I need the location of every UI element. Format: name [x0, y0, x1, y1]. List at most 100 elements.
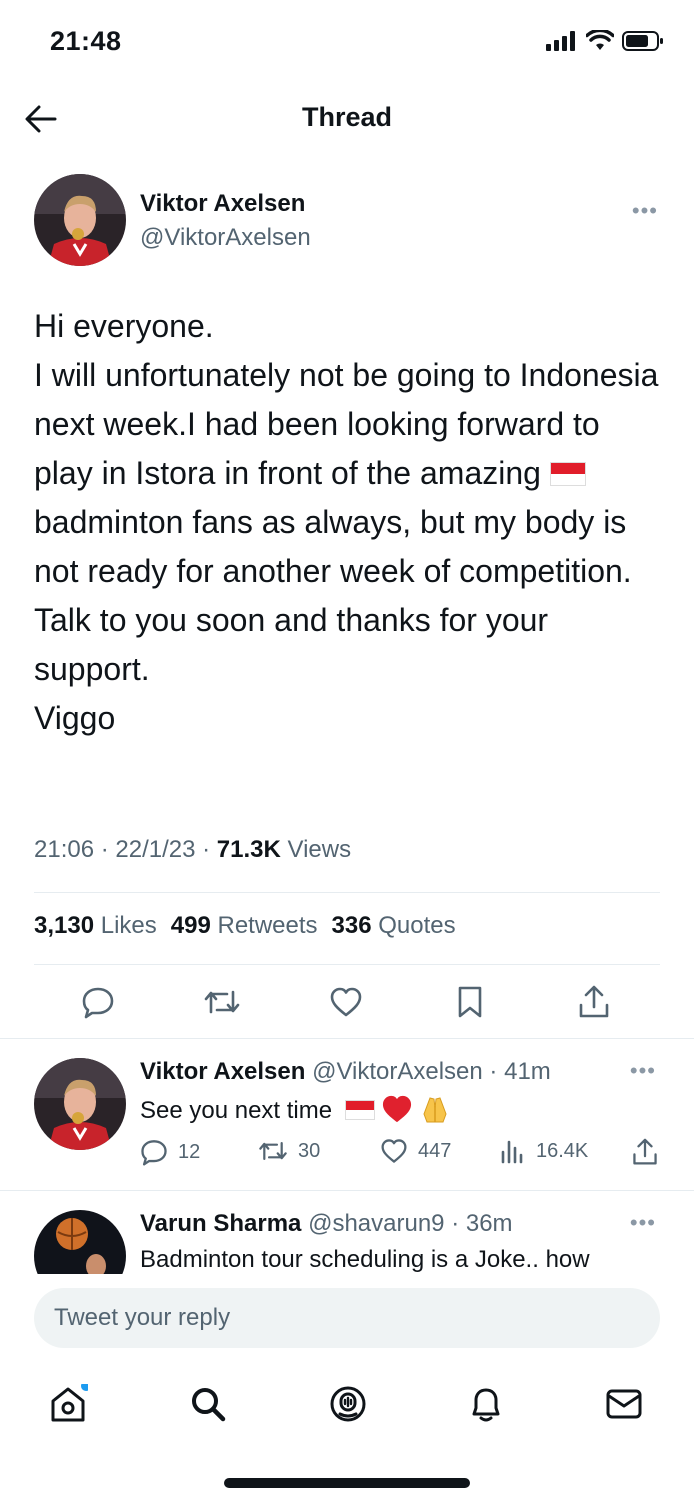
tab-home[interactable]: [44, 1380, 92, 1428]
author-row: Viktor Axelsen @ViktorAxelsen: [34, 174, 660, 266]
bookmark-icon: [458, 986, 482, 1018]
tweet-meta: 21:06 · 22/1/23 · 71.3K Views: [34, 836, 352, 863]
retweet-count-button[interactable]: 30: [258, 1138, 320, 1164]
tweet-text-line: Viggo: [34, 700, 116, 736]
separator-dot: ·: [444, 1210, 466, 1237]
wifi-icon: [586, 30, 614, 50]
tweet-text-line: badminton fans as always, but my body is…: [34, 504, 640, 687]
reply-author-handle[interactable]: @shavarun9: [308, 1210, 444, 1237]
more-options-button[interactable]: •••: [630, 1210, 656, 1236]
likes-label: Likes: [100, 912, 157, 939]
author-handle[interactable]: @ViktorAxelsen: [140, 224, 311, 252]
quotes-stat[interactable]: 336 Quotes: [332, 912, 456, 940]
reply-header: Varun Sharma @shavarun9 · 36m: [140, 1210, 513, 1238]
retweet-button[interactable]: [202, 982, 242, 1022]
retweet-icon: [204, 990, 240, 1014]
divider: [0, 1190, 694, 1191]
likes-stat[interactable]: 3,130 Likes: [34, 912, 157, 940]
battery-icon: [622, 31, 663, 51]
indonesia-flag-emoji: [549, 462, 586, 486]
reply-input[interactable]: Tweet your reply: [34, 1288, 660, 1348]
tweet-time: 21:06: [34, 836, 95, 863]
divider: [34, 964, 660, 965]
retweets-stat[interactable]: 499 Retweets: [171, 912, 318, 940]
more-options-button[interactable]: •••: [632, 198, 658, 224]
reply-tweet[interactable]: Viktor Axelsen @ViktorAxelsen · 41m ••• …: [34, 1058, 660, 1168]
more-options-button[interactable]: •••: [630, 1058, 656, 1084]
views-icon: [501, 1140, 523, 1164]
more-icon: •••: [629, 1210, 656, 1235]
tab-notifications[interactable]: [462, 1380, 510, 1428]
reply-age: 41m: [504, 1058, 551, 1085]
reply-icon: [82, 987, 114, 1019]
tab-search[interactable]: [184, 1380, 232, 1428]
divider: [34, 892, 660, 893]
reply-button[interactable]: [78, 982, 118, 1022]
share-icon: [579, 985, 609, 1018]
status-icons: [546, 30, 664, 52]
view-count: 16.4K: [536, 1139, 589, 1162]
tab-spaces[interactable]: [324, 1380, 372, 1428]
status-time: 21:48: [50, 26, 122, 56]
reply-header: Viktor Axelsen @ViktorAxelsen · 41m: [140, 1058, 551, 1086]
retweet-count: 30: [298, 1139, 321, 1162]
reply-text: See you next time: [140, 1094, 450, 1125]
indonesia-flag-emoji: [344, 1100, 375, 1120]
reply-author-name[interactable]: Viktor Axelsen: [140, 1058, 305, 1085]
spaces-icon: [330, 1386, 366, 1422]
reply-author-handle[interactable]: @ViktorAxelsen: [312, 1058, 483, 1085]
avatar[interactable]: [34, 1058, 126, 1150]
tweet-date: 22/1/23: [115, 836, 196, 863]
tab-bar: [0, 1370, 694, 1434]
reply-text: Badminton tour scheduling is a Joke.. ho…: [140, 1246, 590, 1273]
tweet-stats: 3,130 Likes 499 Retweets 336 Quotes: [34, 912, 456, 940]
reply-count: 12: [178, 1140, 201, 1163]
likes-count: 3,130: [34, 912, 95, 939]
tweet-text: Hi everyone. I will unfortunately not be…: [34, 302, 660, 743]
quotes-count: 336: [331, 912, 372, 939]
notifications-icon: [472, 1388, 500, 1422]
status-bar: 21:48: [0, 0, 694, 84]
retweet-icon: [259, 1142, 287, 1161]
like-count-button[interactable]: 447: [380, 1138, 451, 1164]
author-info: Viktor Axelsen @ViktorAxelsen: [140, 190, 311, 252]
views-count-button[interactable]: 16.4K: [500, 1138, 588, 1164]
bookmark-button[interactable]: [450, 982, 490, 1022]
avatar[interactable]: [34, 1210, 126, 1274]
header: Thread: [0, 84, 694, 152]
tweet-text-line: Hi everyone.: [34, 308, 214, 344]
red-heart-emoji: [383, 1095, 412, 1123]
home-indicator: [224, 1478, 470, 1488]
like-icon: [330, 987, 362, 1017]
views-count: 71.3K: [216, 836, 281, 863]
search-icon: [192, 1388, 226, 1422]
like-button[interactable]: [326, 982, 366, 1022]
retweets-label: Retweets: [217, 912, 318, 939]
reply-icon: [141, 1140, 167, 1166]
reply-tweet[interactable]: Varun Sharma @shavarun9 · 36m ••• Badmin…: [34, 1210, 660, 1274]
retweets-count: 499: [170, 912, 211, 939]
like-icon: [381, 1139, 407, 1163]
separator-dot: ·: [482, 1058, 505, 1085]
reply-count-button[interactable]: 12: [140, 1138, 200, 1166]
home-icon: [51, 1384, 88, 1422]
author-name[interactable]: Viktor Axelsen: [140, 190, 311, 218]
quotes-label: Quotes: [378, 912, 456, 939]
share-button[interactable]: [632, 1138, 658, 1166]
folded-hands-emoji: [423, 1097, 447, 1123]
tweet-actions: [34, 982, 660, 1026]
reply-author-name[interactable]: Varun Sharma: [140, 1210, 301, 1237]
page-title: Thread: [301, 102, 393, 132]
divider: [0, 1038, 694, 1039]
reply-text-body: See you next time: [140, 1097, 333, 1124]
tab-messages[interactable]: [600, 1380, 648, 1428]
more-icon: •••: [631, 198, 658, 223]
messages-icon: [606, 1389, 642, 1419]
more-icon: •••: [629, 1058, 656, 1083]
reply-stats: 12 30 447 16.4K: [140, 1138, 660, 1168]
share-icon: [633, 1138, 657, 1165]
signal-icon: [546, 31, 575, 51]
share-button[interactable]: [574, 982, 614, 1022]
avatar[interactable]: [34, 174, 126, 266]
main-tweet: Viktor Axelsen @ViktorAxelsen ••• Hi eve…: [34, 174, 660, 743]
